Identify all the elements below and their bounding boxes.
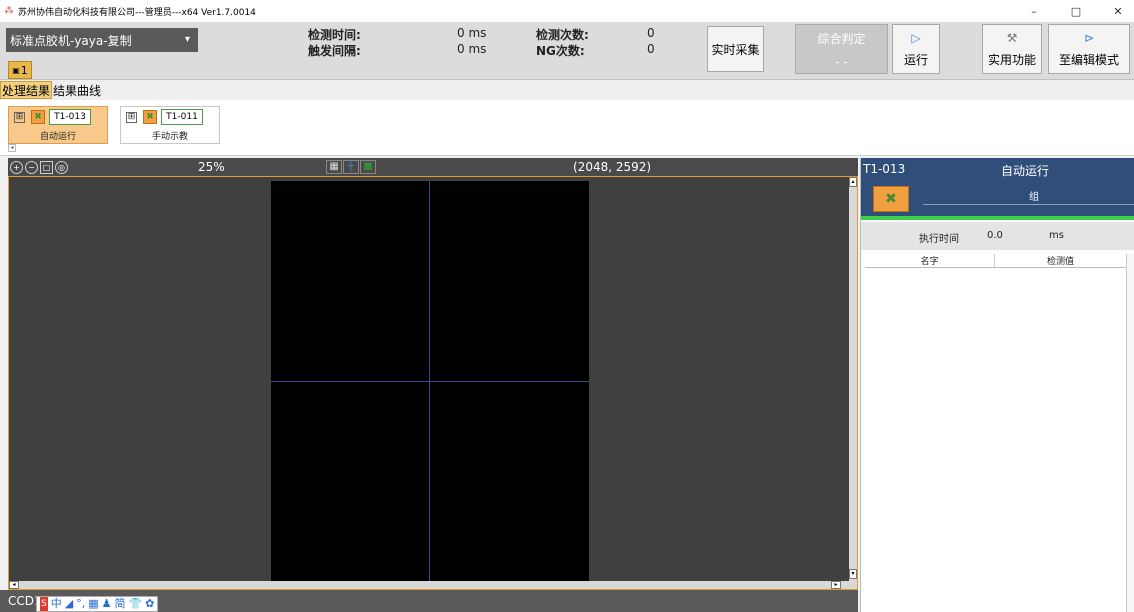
overlay-toggles: ▦ ┼ ■ (326, 160, 376, 174)
maximize-button[interactable]: □ (1058, 0, 1094, 22)
play-icon: ▷ (911, 30, 921, 45)
program-icon: ✖ (873, 186, 909, 212)
tools-icon: ⚒ (1006, 30, 1018, 45)
run-button[interactable]: ▷ 运行 (892, 24, 940, 74)
ime-simplified-icon[interactable]: 简 (114, 597, 125, 611)
forward-icon: ⊳ (1083, 30, 1095, 45)
run-button-label: 运行 (903, 52, 928, 67)
ime-moon-icon[interactable]: ◢ (65, 597, 73, 611)
detect-count-label: 检测次数: (536, 28, 589, 42)
zoom-actual-icon[interactable]: ◎ (55, 160, 68, 174)
result-panel-header: T1-013 自动运行 ✖ 组 (861, 158, 1134, 216)
result-program-code: T1-013 (863, 162, 906, 176)
trigger-interval-value: 0 ms (457, 42, 487, 56)
overall-judgement-panel: 综合判定 - - (795, 24, 888, 74)
vertical-scrollbar[interactable]: ▴ ▾ (849, 177, 857, 589)
horizontal-scrollbar[interactable]: ◂ ▸ (9, 581, 851, 589)
exec-time-label: 执行时间 (919, 234, 959, 245)
scroll-left-icon[interactable]: ◂ (9, 581, 19, 589)
result-table-scrollbar[interactable] (1126, 254, 1134, 612)
camera-image (271, 181, 589, 581)
edit-mode-button[interactable]: ⊳ 至编辑模式 (1048, 24, 1130, 74)
exec-time-row: 执行时间 0.0 ms (861, 222, 1134, 250)
program-card-auto[interactable]: ⊞ ✖ T1-013 自动运行 (8, 106, 108, 144)
preset-value: 标准点胶机-yaya-复制 (10, 33, 132, 48)
image-viewer[interactable]: ▴ ▾ ◂ ▸ (8, 176, 858, 590)
camera-status-bar: CCD1 S 中 ◢ °, ▦ ♟ 简 👕 ✿ (0, 590, 858, 612)
detect-time-value: 0 ms (457, 26, 487, 40)
trigger-interval-label: 触发间隔: (308, 44, 361, 58)
preset-dropdown[interactable]: 标准点胶机-yaya-复制 ▾ (6, 28, 198, 52)
result-panel: T1-013 自动运行 ✖ 组 执行时间 0.0 ms 名字 检测值 (860, 158, 1134, 612)
app-logo-icon: ⁂ (4, 6, 14, 16)
column-header-value[interactable]: 检测值 (995, 254, 1127, 267)
roi-toggle-icon[interactable]: ■ (360, 160, 376, 174)
expand-icon[interactable]: ⊞ (126, 112, 137, 123)
zoom-out-icon[interactable]: − (25, 160, 38, 174)
ime-chinese-icon[interactable]: 中 (51, 597, 62, 611)
program-code: T1-011 (161, 109, 203, 125)
group-divider (923, 204, 1134, 205)
ng-count-label: NG次数: (536, 44, 585, 58)
main-toolbar: 标准点胶机-yaya-复制 ▾ ▣ 1 检测时间: 0 ms 触发间隔: 0 m… (0, 22, 1134, 80)
ime-toolbar[interactable]: S 中 ◢ °, ▦ ♟ 简 👕 ✿ (36, 596, 159, 612)
realtime-capture-label: 实时采集 (711, 42, 760, 57)
ng-count-value: 0 (647, 42, 655, 56)
zoom-level: 25% (198, 160, 225, 174)
crosshair-horizontal (271, 381, 589, 382)
tab-result-curve[interactable]: 结果曲线 (52, 81, 102, 99)
camera-tab-label: 1 (20, 63, 28, 77)
ime-user-icon[interactable]: ♟ (102, 597, 112, 611)
program-card-manual[interactable]: ⊞ ✖ T1-011 手动示教 (120, 106, 220, 144)
fit-window-icon[interactable]: □ (40, 160, 53, 174)
exec-time-value: 0.0 (987, 230, 1003, 241)
program-strip: ⊞ ✖ T1-013 自动运行 ⊞ ✖ T1-011 手动示教 ◂ (0, 100, 1134, 156)
scroll-left-icon[interactable]: ◂ (8, 144, 16, 152)
tab-processing-results[interactable]: 处理结果 (0, 81, 53, 99)
realtime-capture-button[interactable]: 实时采集 (707, 26, 764, 72)
minimize-button[interactable]: – (1016, 0, 1052, 22)
edit-mode-button-label: 至编辑模式 (1058, 52, 1119, 67)
exec-time-unit: ms (1049, 230, 1064, 241)
result-program-mode: 自动运行 (1001, 164, 1050, 178)
ime-keyboard-icon[interactable]: ▦ (88, 597, 98, 611)
crosshair-vertical (429, 181, 430, 581)
ime-skin-icon[interactable]: 👕 (128, 597, 142, 611)
judgement-value: - - (835, 54, 848, 69)
utility-button[interactable]: ⚒ 实用功能 (982, 24, 1042, 74)
window-title: 苏州协伟自动化科技有限公司---管理员---x64 Ver1.7.0014 (18, 7, 256, 18)
scroll-right-icon[interactable]: ▸ (831, 581, 841, 589)
ime-logo-icon[interactable]: S (40, 597, 48, 611)
scroll-down-icon[interactable]: ▾ (849, 569, 857, 579)
chevron-down-icon: ▾ (184, 34, 190, 45)
column-header-name[interactable]: 名字 (865, 254, 995, 267)
group-label: 组 (1029, 192, 1039, 203)
ime-settings-icon[interactable]: ✿ (145, 597, 154, 611)
image-size-readout: (2048, 2592) (573, 160, 652, 174)
program-name: 自动运行 (39, 132, 76, 142)
program-icon: ✖ (143, 110, 157, 124)
result-tabs: 处理结果 结果曲线 (0, 80, 1134, 100)
camera-icon: ▣ (12, 65, 20, 75)
ime-punctuation-icon[interactable]: °, (76, 597, 85, 611)
program-code: T1-013 (49, 109, 91, 125)
crosshair-toggle-icon[interactable]: ┼ (343, 160, 359, 174)
zoom-in-icon[interactable]: + (10, 160, 23, 174)
judgement-title: 综合判定 (817, 31, 866, 46)
scroll-up-icon[interactable]: ▴ (849, 177, 857, 187)
detect-count-value: 0 (647, 26, 655, 40)
program-name: 手动示教 (151, 132, 188, 142)
program-icon: ✖ (31, 110, 45, 124)
expand-icon[interactable]: ⊞ (14, 112, 25, 123)
close-button[interactable]: ✕ (1100, 0, 1134, 22)
utility-button-label: 实用功能 (987, 52, 1036, 67)
status-indicator-bar (861, 216, 1134, 220)
result-table-header: 名字 检测值 (865, 254, 1127, 268)
grid-toggle-icon[interactable]: ▦ (326, 160, 342, 174)
image-toolbar: + − □ ◎ 25% ▦ ┼ ■ (2048, 2592) (8, 158, 858, 176)
detect-time-label: 检测时间: (308, 28, 361, 42)
camera-tab[interactable]: ▣ 1 (8, 61, 32, 79)
title-bar: ⁂ 苏州协伟自动化科技有限公司---管理员---x64 Ver1.7.0014 (0, 0, 1134, 22)
